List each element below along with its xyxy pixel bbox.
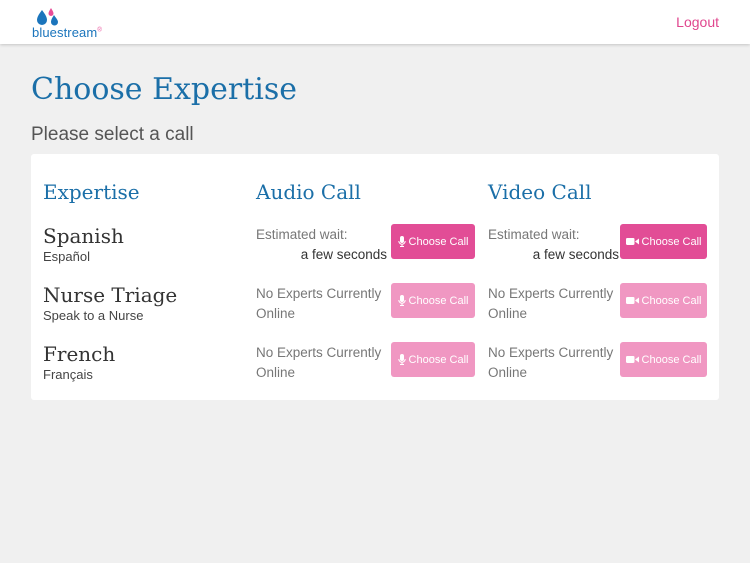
audio-status-spanish: Estimated wait: a few seconds xyxy=(256,227,387,262)
microphone-icon xyxy=(397,295,406,306)
choose-video-call-button-spanish[interactable]: Choose Call xyxy=(620,224,707,259)
logo-wordmark: bluestream® xyxy=(32,25,102,40)
top-bar: bluestream® Logout xyxy=(0,0,750,44)
expertise-subtitle-nurse-triage: Speak to a Nurse xyxy=(43,308,144,323)
microphone-icon xyxy=(397,354,406,365)
column-header-expertise: Expertise xyxy=(43,180,140,204)
bluestream-logo: bluestream® xyxy=(32,8,122,42)
choose-audio-call-button-nurse-triage[interactable]: Choose Call xyxy=(391,283,475,318)
expertise-subtitle-spanish: Español xyxy=(43,249,90,264)
expertise-name-french: French xyxy=(43,342,116,366)
choose-call-label: Choose Call xyxy=(408,235,469,248)
page-title: Choose Expertise xyxy=(31,72,298,107)
choose-audio-call-button-french[interactable]: Choose Call xyxy=(391,342,475,377)
video-status-spanish: Estimated wait: a few seconds xyxy=(488,227,619,262)
choose-call-label: Choose Call xyxy=(408,353,469,366)
expertise-table: Expertise Audio Call Video Call Spanish … xyxy=(31,154,719,400)
microphone-icon xyxy=(397,236,406,247)
video-status-french: No Experts Currently Online xyxy=(488,345,614,380)
choose-call-label: Choose Call xyxy=(408,294,469,307)
audio-status-nurse-triage: No Experts Currently Online xyxy=(256,286,382,321)
expertise-name-nurse-triage: Nurse Triage xyxy=(43,283,178,307)
column-header-audio-call: Audio Call xyxy=(256,180,361,204)
video-camera-icon xyxy=(625,297,639,304)
expertise-name-spanish: Spanish xyxy=(43,224,124,248)
video-camera-icon xyxy=(625,238,639,245)
logout-link[interactable]: Logout xyxy=(676,14,719,30)
choose-call-label: Choose Call xyxy=(641,353,702,366)
page-subtitle: Please select a call xyxy=(31,124,194,145)
choose-call-label: Choose Call xyxy=(641,235,702,248)
choose-video-call-button-nurse-triage[interactable]: Choose Call xyxy=(620,283,707,318)
choose-audio-call-button-spanish[interactable]: Choose Call xyxy=(391,224,475,259)
column-header-video-call: Video Call xyxy=(488,180,592,204)
audio-status-french: No Experts Currently Online xyxy=(256,345,382,380)
choose-call-label: Choose Call xyxy=(641,294,702,307)
expertise-subtitle-french: Français xyxy=(43,367,93,382)
choose-video-call-button-french[interactable]: Choose Call xyxy=(620,342,707,377)
video-status-nurse-triage: No Experts Currently Online xyxy=(488,286,614,321)
video-camera-icon xyxy=(625,356,639,363)
